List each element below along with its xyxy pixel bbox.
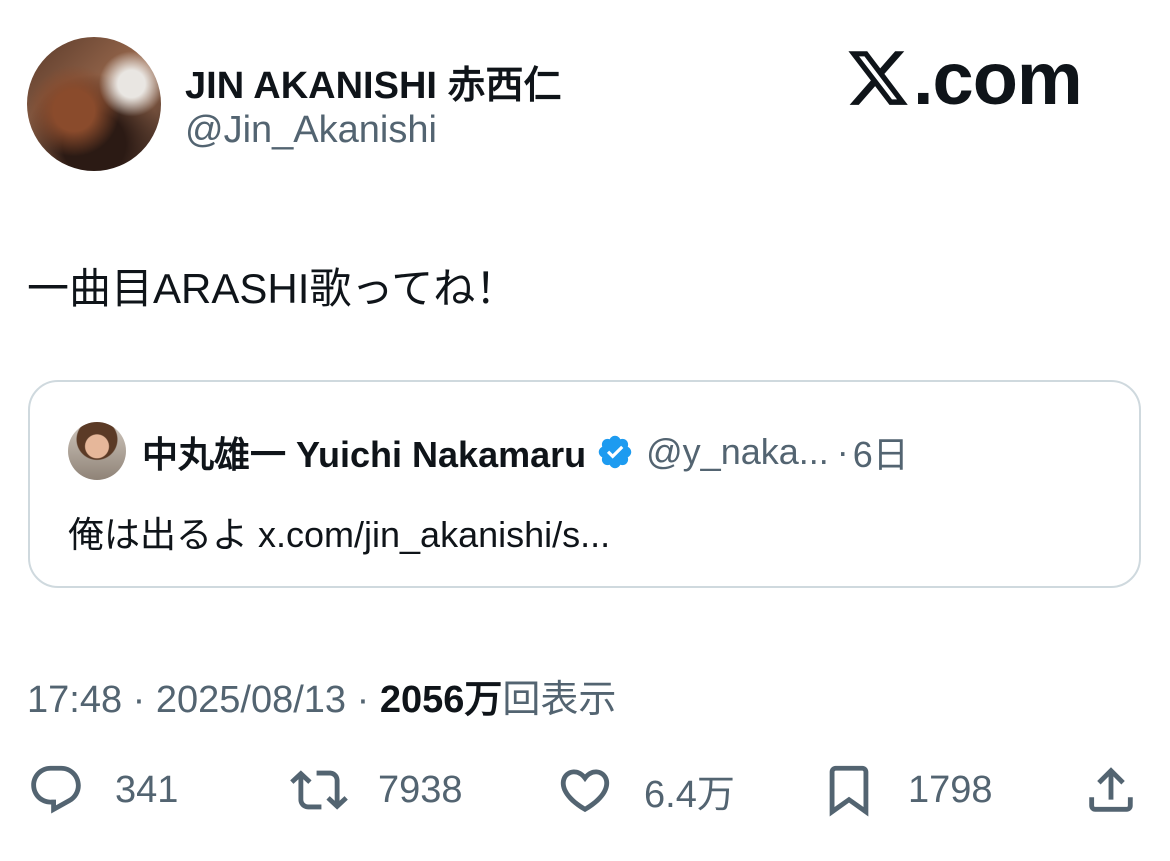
author-name[interactable]: JIN AKANISHI 赤西仁: [185, 54, 562, 109]
like-button[interactable]: 6.4万: [556, 758, 735, 822]
quoted-date[interactable]: 6日: [853, 426, 909, 478]
tweet-time[interactable]: 17:48: [27, 679, 122, 721]
repost-icon: [290, 770, 348, 810]
quoted-text: 俺は出るよ x.com/jin_akanishi/s...: [68, 514, 611, 555]
view-label: 回表示: [502, 679, 617, 721]
author-avatar[interactable]: [27, 37, 161, 171]
quoted-header: 中丸雄一 Yuichi Nakamaru @y_naka... · 6日: [142, 426, 909, 478]
share-icon: [1089, 767, 1133, 812]
quoted-tweet-card[interactable]: 中丸雄一 Yuichi Nakamaru @y_naka... · 6日 俺は出…: [28, 380, 1141, 588]
like-count: 6.4万: [644, 773, 735, 816]
verified-badge-icon: [598, 435, 632, 469]
reply-icon: [31, 765, 81, 814]
x-brand-logo: .com: [845, 36, 1105, 120]
x-logo-icon: [848, 51, 908, 105]
view-count: 2056万: [379, 679, 503, 721]
quoted-separator: ·: [836, 431, 849, 472]
bookmark-count: 1798: [908, 768, 993, 811]
meta-separator: ·: [122, 679, 156, 721]
repost-button[interactable]: 7938: [290, 758, 463, 822]
quoted-handle[interactable]: @y_naka...: [646, 431, 829, 473]
reply-button[interactable]: 341: [27, 758, 178, 822]
tweet-meta: 17:48 · 2025/08/13 · 2056万回表示: [27, 668, 616, 723]
quoted-avatar[interactable]: [68, 422, 126, 480]
tweet-date[interactable]: 2025/08/13: [156, 679, 346, 721]
repost-count: 7938: [378, 768, 463, 811]
meta-separator: ·: [346, 679, 380, 721]
quoted-name[interactable]: 中丸雄一 Yuichi Nakamaru: [142, 426, 586, 478]
bookmark-button[interactable]: 1798: [820, 758, 993, 822]
reply-count: 341: [115, 768, 179, 811]
tweet-text: 一曲目ARASHI歌ってね！: [27, 265, 518, 312]
author-handle[interactable]: @Jin_Akanishi: [185, 109, 437, 152]
bookmark-icon: [829, 765, 869, 817]
heart-icon: [560, 769, 610, 813]
share-button[interactable]: [1082, 758, 1140, 822]
brand-suffix: .com: [913, 36, 1083, 120]
